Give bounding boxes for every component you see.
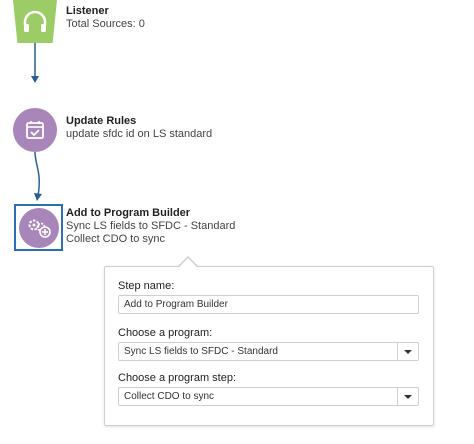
chevron-down-icon	[404, 349, 412, 354]
chevron-down-icon	[404, 394, 412, 399]
update-rules-description: update sfdc id on LS standard	[66, 128, 213, 140]
program-step-select[interactable]: Collect CDO to sync	[118, 387, 419, 406]
listener-title: Listener	[66, 5, 109, 17]
program-builder-info: Add to Program Builder Sync LS fields to…	[66, 207, 235, 246]
program-builder-program-step: Collect CDO to sync	[66, 233, 166, 245]
update-rules-info: Update Rules update sfdc id on LS standa…	[66, 115, 212, 141]
update-rules-node[interactable]	[13, 108, 57, 152]
selected-step-outline[interactable]	[14, 204, 63, 251]
program-step-label: Choose a program step:	[118, 372, 237, 384]
listener-info: Listener Total Sources: 0	[66, 5, 145, 31]
step-settings-panel: Step name: Choose a program: Sync LS fie…	[104, 266, 434, 426]
program-label: Choose a program:	[118, 327, 213, 339]
connector-rules-to-program	[34, 151, 40, 197]
calendar-check-icon	[26, 121, 44, 139]
step-name-input[interactable]	[118, 295, 419, 314]
listener-node[interactable]	[13, 0, 57, 43]
connector-arrowhead	[34, 193, 42, 201]
program-step-select-arrow[interactable]	[397, 388, 418, 405]
update-rules-title: Update Rules	[66, 115, 137, 127]
program-select[interactable]: Sync LS fields to SFDC - Standard	[118, 342, 419, 361]
program-builder-title: Add to Program Builder	[66, 207, 191, 219]
headphones-icon	[23, 10, 47, 32]
program-select-arrow[interactable]	[397, 343, 418, 360]
program-select-value: Sync LS fields to SFDC - Standard	[124, 346, 278, 357]
program-builder-program: Sync LS fields to SFDC - Standard	[66, 220, 236, 232]
listener-sources: Total Sources: 0	[66, 18, 145, 30]
popover-arrow-fill	[179, 258, 197, 267]
program-step-select-value: Collect CDO to sync	[124, 391, 215, 402]
gears-add-icon	[28, 219, 51, 238]
step-name-label: Step name:	[118, 280, 175, 292]
connector-arrowhead	[31, 76, 39, 83]
program-builder-node[interactable]	[18, 207, 59, 248]
